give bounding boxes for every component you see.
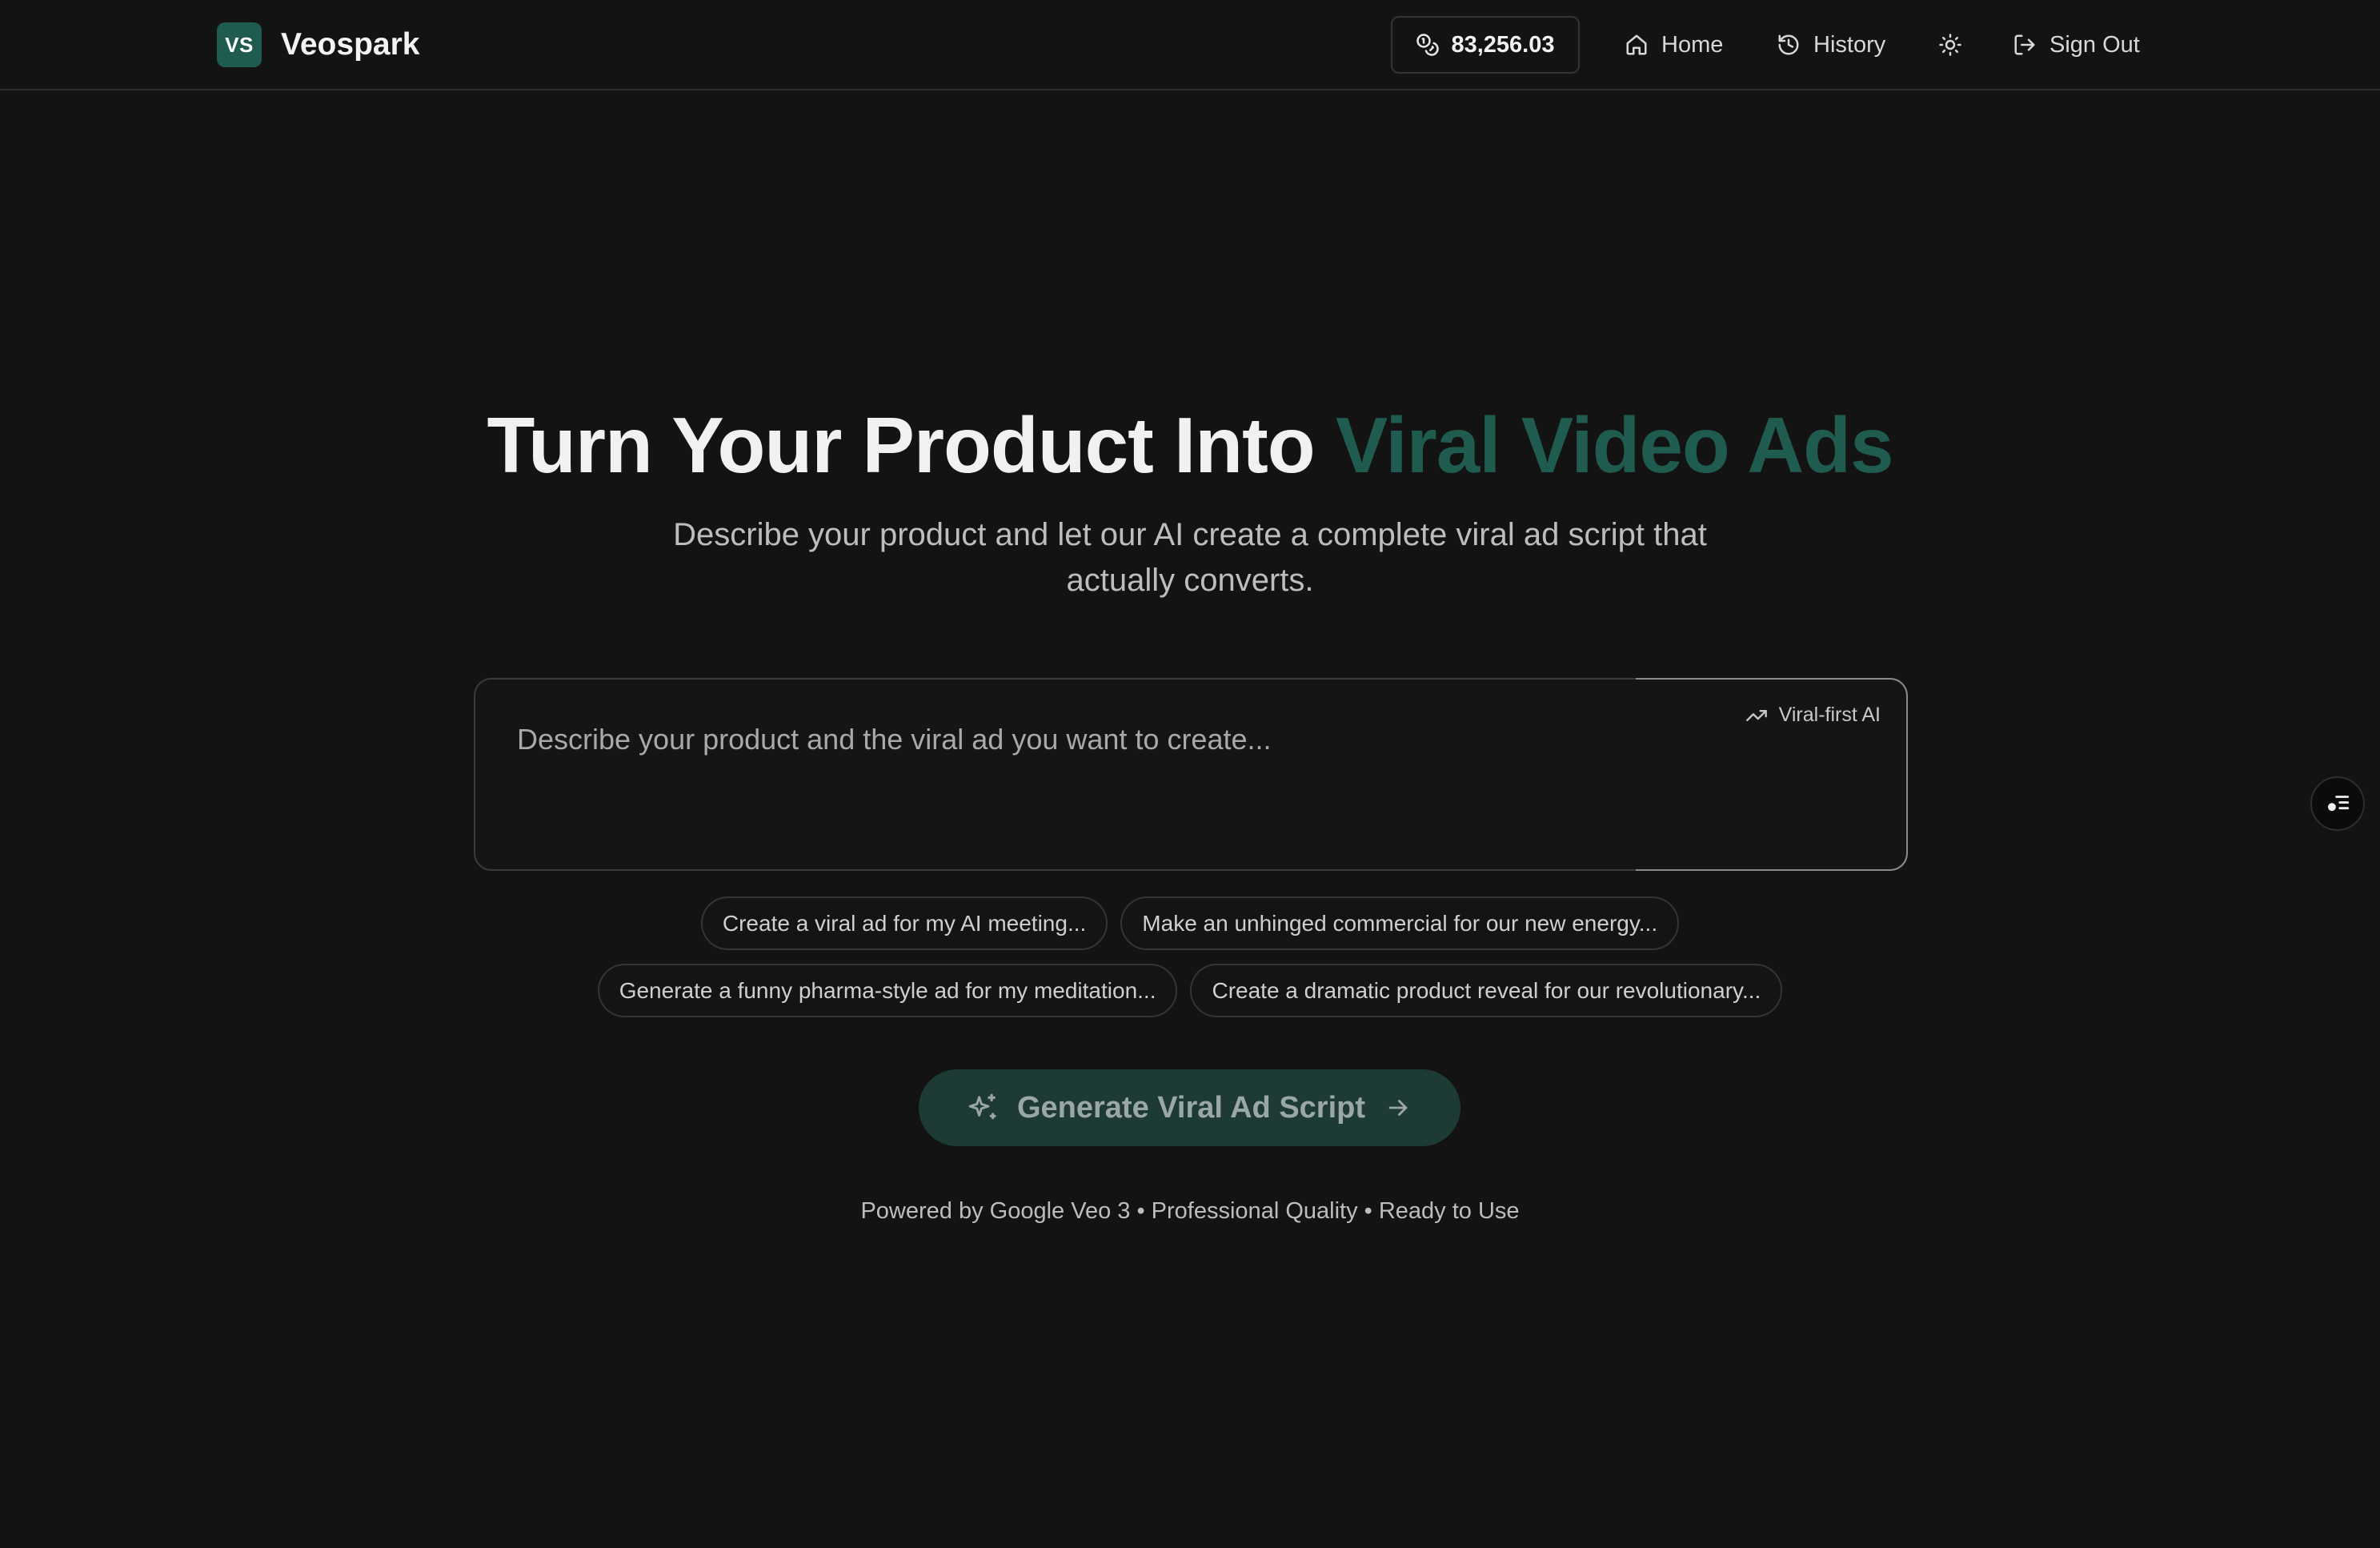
hero-title-accent: Viral Video Ads bbox=[1335, 401, 1894, 489]
suggestion-chip[interactable]: Make an unhinged commercial for our new … bbox=[1120, 896, 1680, 950]
sign-out-icon bbox=[2013, 33, 2037, 57]
nav-history-label: History bbox=[1813, 31, 1886, 58]
sign-out-button[interactable]: Sign Out bbox=[2013, 22, 2140, 67]
suggestion-chip[interactable]: Generate a funny pharma-style ad for my … bbox=[597, 964, 1178, 1017]
nav-home[interactable]: Home bbox=[1625, 22, 1723, 67]
list-settings-icon bbox=[2324, 790, 2351, 817]
coins-icon bbox=[1416, 33, 1440, 57]
viral-first-tag: Viral-first AI bbox=[1745, 704, 1881, 727]
top-navbar: VS Veospark 83,256.03 Home History Sign … bbox=[0, 0, 2380, 90]
powered-by-note: Powered by Google Veo 3 • Professional Q… bbox=[860, 1198, 1520, 1224]
credits-balance[interactable]: 83,256.03 bbox=[1391, 16, 1580, 74]
brand-badge: VS bbox=[217, 22, 262, 67]
sparkles-icon bbox=[968, 1093, 998, 1123]
sun-icon bbox=[1938, 33, 1962, 57]
brand-name: Veospark bbox=[281, 27, 420, 62]
suggestions-row-1: Create a viral ad for my AI meeting... M… bbox=[0, 896, 2380, 950]
suggestion-chip[interactable]: Create a viral ad for my AI meeting... bbox=[700, 896, 1108, 950]
suggestion-chip[interactable]: Create a dramatic product reveal for our… bbox=[1190, 964, 1783, 1017]
home-icon bbox=[1625, 33, 1649, 57]
credits-amount: 83,256.03 bbox=[1451, 31, 1555, 58]
sign-out-label: Sign Out bbox=[2049, 31, 2140, 58]
nav-history[interactable]: History bbox=[1777, 22, 1885, 67]
viral-first-label: Viral-first AI bbox=[1778, 704, 1881, 726]
history-icon bbox=[1777, 33, 1801, 57]
theme-toggle-button[interactable] bbox=[1938, 22, 1962, 67]
prompt-container: Viral-first AI bbox=[474, 678, 1908, 871]
hero-subtitle: Describe your product and let our AI cre… bbox=[673, 517, 1707, 598]
nav-home-label: Home bbox=[1661, 31, 1724, 58]
brand-logo[interactable]: VS Veospark bbox=[217, 22, 419, 68]
hero-title: Turn Your Product Into Viral Video Ads bbox=[0, 400, 2380, 491]
side-panel-button[interactable] bbox=[2310, 776, 2365, 831]
hero-title-main: Turn Your Product Into bbox=[487, 401, 1336, 489]
trending-up-icon bbox=[1745, 704, 1768, 727]
generate-button-label: Generate Viral Ad Script bbox=[1016, 1090, 1366, 1125]
prompt-input[interactable] bbox=[515, 712, 1716, 768]
arrow-right-icon bbox=[1384, 1094, 1412, 1121]
suggestions-row-2: Generate a funny pharma-style ad for my … bbox=[0, 964, 2380, 1017]
generate-script-button[interactable]: Generate Viral Ad Script bbox=[919, 1069, 1460, 1146]
